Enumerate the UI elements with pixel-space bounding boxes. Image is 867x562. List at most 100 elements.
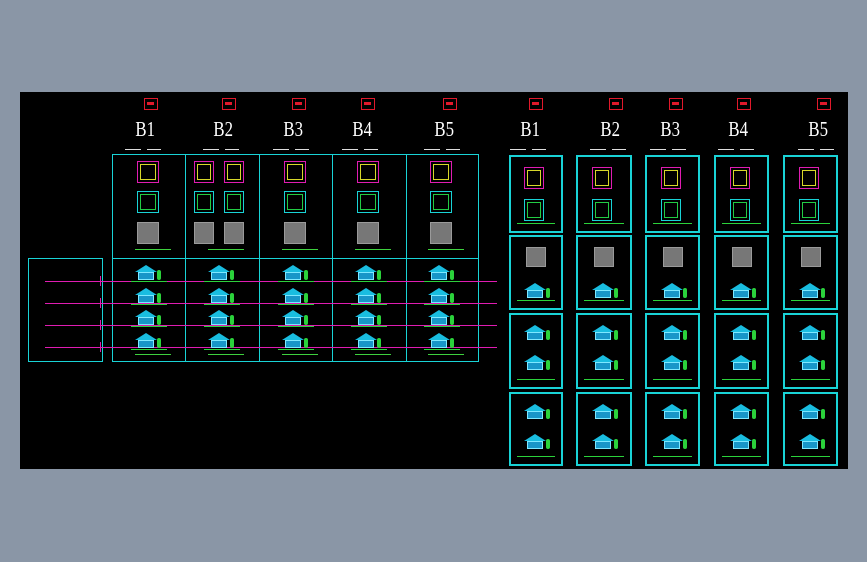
- left-plan-scale-c3: [282, 249, 318, 250]
- right-area-underline-b2: [590, 149, 606, 150]
- left-elev-ground-c3-r3: [278, 326, 314, 327]
- left-floor-plan-c2-r3b: [224, 222, 244, 244]
- left-elev-ground-c5-r3: [424, 326, 460, 327]
- right-elev-c1-r3a: [524, 325, 554, 341]
- section-tick-3: [100, 320, 101, 330]
- section-tick-2: [100, 298, 101, 308]
- left-area-underline2-b4: [364, 149, 378, 150]
- left-area-underline-b3: [273, 149, 289, 150]
- left-elev-scale-c3: [282, 354, 318, 355]
- right-area-underline2-b5: [820, 149, 834, 150]
- right-elev-c5-r2: [798, 283, 829, 299]
- left-floor-plan-c2-r1b: [224, 161, 244, 183]
- cad-model-space[interactable]: B1 B2 B3 B4 B5 B1 B2 B3 B4 B5: [20, 92, 848, 469]
- left-floor-plan-c5-r3: [430, 222, 452, 244]
- right-plan-c3-gray: [662, 247, 683, 267]
- left-floor-plan-c4-r2: [357, 191, 379, 213]
- right-elev-c3-r3b: [660, 355, 691, 371]
- left-floor-plan-c2-r2a: [194, 191, 214, 213]
- right-elev-c2-r4a: [592, 404, 622, 420]
- right-ground-c3-r4: [653, 456, 692, 457]
- right-plan-c5-top: [798, 167, 819, 189]
- right-tag-b1: [529, 98, 543, 110]
- right-tag-b5: [817, 98, 831, 110]
- right-plan-c4-gray: [731, 247, 752, 267]
- left-area-underline-b4: [342, 149, 358, 150]
- right-ground-c4-r3: [722, 379, 761, 380]
- left-elev-ground-c3-r4: [278, 349, 314, 350]
- right-plan-c2-mid: [592, 199, 612, 221]
- right-plan-c1-mid: [524, 199, 544, 221]
- left-elevation-c3-r1: [282, 265, 312, 281]
- right-ground-c1-r3: [517, 379, 555, 380]
- left-elev-ground-c2-r3: [204, 326, 240, 327]
- right-elev-c4-r2: [729, 283, 760, 299]
- left-plan-scale-c2: [208, 249, 244, 250]
- left-title-b3: B3: [283, 117, 304, 141]
- left-title-b2: B2: [213, 117, 234, 141]
- left-elevation-c1-r4: [135, 333, 165, 349]
- right-plan-c1-top: [524, 167, 544, 189]
- left-area-underline2-b5: [446, 149, 460, 150]
- left-elevation-c3-r4: [282, 333, 312, 349]
- left-elev-ground-c3-r2: [278, 304, 314, 305]
- right-ground-c2-r3: [584, 379, 624, 380]
- right-ground-c1-r4: [517, 456, 555, 457]
- left-tag-b1: [144, 98, 158, 110]
- right-ground-c3-r1: [653, 223, 692, 224]
- right-elev-c2-r4b: [592, 434, 622, 450]
- left-tag-b2: [222, 98, 236, 110]
- left-elevation-c4-r1: [355, 265, 385, 281]
- right-title-b4: B4: [728, 117, 749, 141]
- right-tag-b3: [669, 98, 683, 110]
- right-area-underline-b3: [650, 149, 666, 150]
- left-elev-ground-c2-r4: [204, 349, 240, 350]
- right-ground-c5-r2: [791, 300, 830, 301]
- left-elevation-c4-r4: [355, 333, 385, 349]
- right-area-underline2-b2: [612, 149, 626, 150]
- left-elev-ground-c4-r3: [351, 326, 387, 327]
- left-floor-plan-c2-r3a: [194, 222, 214, 244]
- right-area-underline2-b3: [672, 149, 686, 150]
- left-area-underline2-b3: [295, 149, 309, 150]
- right-elev-c5-r4b: [798, 434, 829, 450]
- right-area-underline-b4: [718, 149, 734, 150]
- right-title-b2: B2: [600, 117, 621, 141]
- right-ground-c2-r4: [584, 456, 624, 457]
- left-floor-plan-c5-r1: [430, 161, 452, 183]
- right-tag-b4: [737, 98, 751, 110]
- left-elev-ground-c5-r1: [424, 281, 460, 282]
- left-tag-b5: [443, 98, 457, 110]
- right-ground-c3-r3: [653, 379, 692, 380]
- right-elev-c4-r4b: [729, 434, 760, 450]
- right-title-b5: B5: [808, 117, 829, 141]
- left-title-b4: B4: [352, 117, 373, 141]
- right-ground-c1-r2: [517, 300, 555, 301]
- left-elevation-c4-r3: [355, 310, 385, 326]
- left-floor-plan-c3-r3: [284, 222, 306, 244]
- left-elevation-c1-r3: [135, 310, 165, 326]
- left-elev-ground-c1-r1: [131, 281, 167, 282]
- right-elev-c1-r3b: [524, 355, 554, 371]
- right-title-b1: B1: [520, 117, 541, 141]
- right-area-underline2-b4: [740, 149, 754, 150]
- left-tag-b4: [361, 98, 375, 110]
- right-plan-c2-gray: [594, 247, 614, 267]
- left-elev-ground-c1-r3: [131, 326, 167, 327]
- left-area-underline-b2: [203, 149, 219, 150]
- right-elev-c3-r2: [660, 283, 691, 299]
- right-area-underline-b5: [798, 149, 814, 150]
- right-elev-c1-r4b: [524, 434, 554, 450]
- right-ground-c2-r2: [584, 300, 624, 301]
- left-floor-plan-c2-r2b: [224, 191, 244, 213]
- right-ground-c4-r4: [722, 456, 761, 457]
- left-table-row-divider: [112, 258, 479, 259]
- left-elevation-c2-r3: [208, 310, 238, 326]
- left-elev-ground-c1-r2: [131, 304, 167, 305]
- right-elev-c2-r3a: [592, 325, 622, 341]
- right-plan-c5-gray: [800, 247, 821, 267]
- section-tick-1: [100, 276, 101, 286]
- right-ground-c3-r2: [653, 300, 692, 301]
- right-ground-c2-r1: [584, 223, 624, 224]
- left-floor-plan-c4-r1: [357, 161, 379, 183]
